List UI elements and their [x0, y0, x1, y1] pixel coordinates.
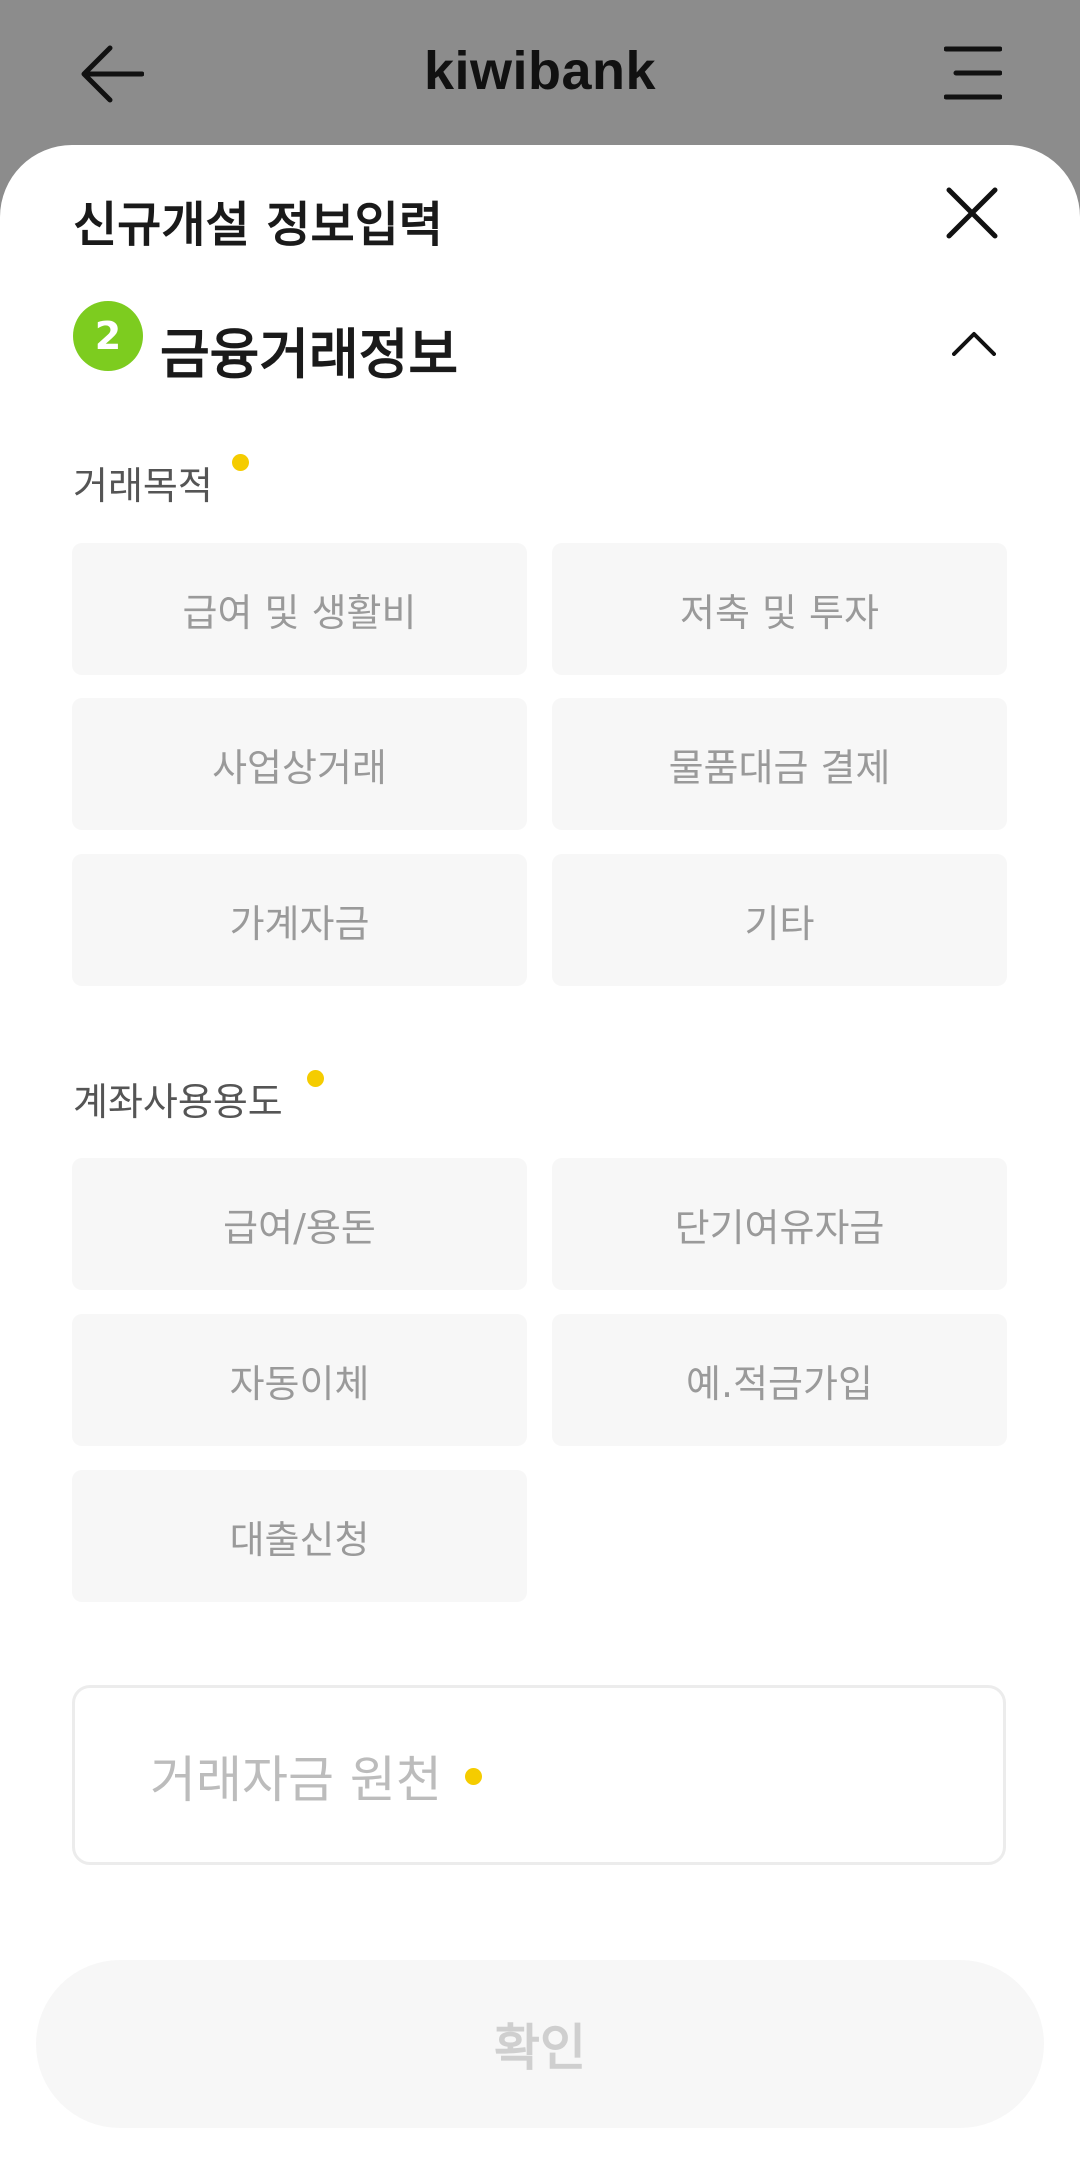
required-dot: [465, 1768, 482, 1785]
usage-option-deposit[interactable]: 예.적금가입: [552, 1314, 1007, 1446]
sheet-title: 신규개설 정보입력: [73, 197, 443, 253]
usage-option-short-term[interactable]: 단기여유자금: [552, 1158, 1007, 1290]
purpose-option-savings[interactable]: 저축 및 투자: [552, 543, 1007, 675]
usage-label: 계좌사용용도: [73, 1080, 283, 1124]
purpose-option-salary[interactable]: 급여 및 생활비: [72, 543, 527, 675]
purpose-option-household[interactable]: 가계자금: [72, 854, 527, 986]
fund-source-placeholder: 거래자금 원천: [150, 1751, 442, 1809]
purpose-option-business[interactable]: 사업상거래: [72, 698, 527, 830]
usage-option-auto-transfer[interactable]: 자동이체: [72, 1314, 527, 1446]
step-number-badge: 2: [73, 301, 143, 371]
required-dot: [307, 1070, 324, 1087]
close-icon[interactable]: [946, 187, 998, 239]
purpose-option-other[interactable]: 기타: [552, 854, 1007, 986]
app-title: kiwibank: [423, 41, 657, 101]
purpose-option-payment[interactable]: 물품대금 결제: [552, 698, 1007, 830]
required-dot: [232, 454, 249, 471]
confirm-button[interactable]: 확인: [36, 1960, 1044, 2128]
usage-option-allowance[interactable]: 급여/용돈: [72, 1158, 527, 1290]
bottom-sheet: 신규개설 정보입력 2 금융거래정보 거래목적 급여 및 생활비 저축 및 투자…: [0, 145, 1080, 2164]
purpose-label: 거래목적: [73, 464, 213, 508]
chevron-up-icon[interactable]: [952, 330, 996, 356]
usage-option-loan[interactable]: 대출신청: [72, 1470, 527, 1602]
section-title: 금융거래정보: [160, 323, 459, 386]
fund-source-field[interactable]: 거래자금 원천: [72, 1685, 1006, 1865]
app-header: kiwibank: [0, 0, 1080, 145]
hamburger-menu-icon[interactable]: [944, 46, 1002, 100]
